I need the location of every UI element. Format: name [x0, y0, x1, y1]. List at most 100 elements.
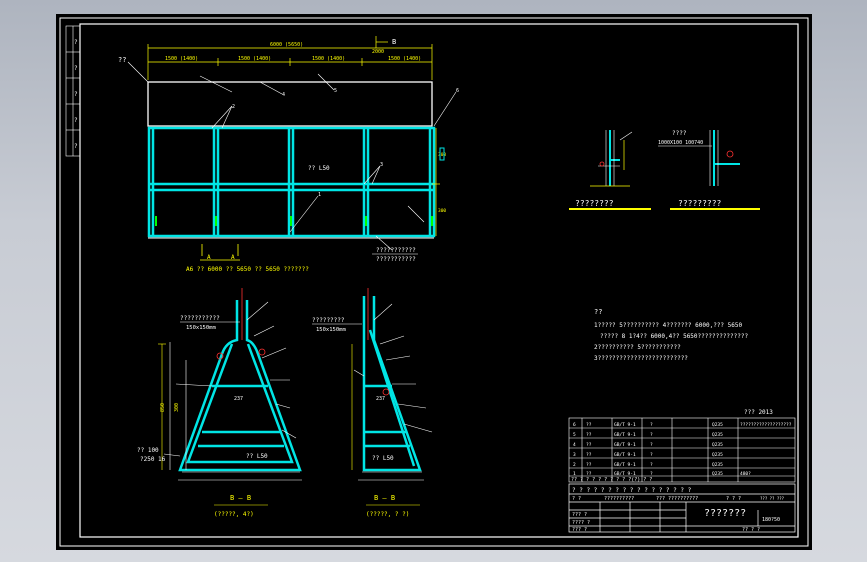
svg-text:??: ?? [586, 462, 592, 468]
svg-text:Q235: Q235 [712, 432, 723, 438]
dim-seg2: 1500 (1400) [238, 56, 271, 62]
sec1-top-sub: 150x150mm [186, 325, 216, 331]
drawing-sheet: ? ? ? ? ? 6000 (5650) 1500 (1400) 1500 (… [56, 14, 812, 550]
svg-text:6: 6 [573, 422, 576, 428]
table-title: ??? 2013 [744, 409, 773, 416]
tb-r4a: ???? ? [572, 520, 590, 526]
cad-viewport-background: ? ? ? ? ? 6000 (5650) 1500 (1400) 1500 (… [0, 0, 867, 562]
strip-text-2: ? [74, 65, 78, 72]
sec1-h-total: 850 [160, 403, 166, 412]
elev-label-tl: ?? [118, 56, 126, 64]
title-block[interactable]: ? ? ? ? ? ? ? ? ? ? ? ? ? ? ? ? ? ? ? ??… [568, 483, 796, 533]
table-rows: 6 ?? GB/T 9-1 ? Q235 ???????????????????… [573, 422, 792, 477]
strip-text-1: ? [74, 39, 78, 46]
svg-text:???????????????????: ??????????????????? [740, 422, 792, 428]
tb-row1: ? ? ? ? ? ? ? ? ? ? ? ? ? ? ? ? ? [572, 487, 692, 494]
parts-table[interactable]: ??? 2013 6 ?? GB/T 9-1 ? Q235 ??????????… [568, 409, 796, 483]
detail-1[interactable]: ???????? [569, 130, 651, 210]
svg-text:Q235: Q235 [712, 422, 723, 428]
section-bb-right[interactable]: ????????? 150x150mm 237 ?? L50 B — B (??… [312, 288, 433, 518]
elev-label-mid: ?? L50 [308, 165, 330, 172]
sec2-inner2: ?? L50 [372, 455, 394, 462]
left-title-strip [65, 25, 81, 157]
tb-big-title: ??????? [704, 508, 746, 519]
elev-label-br2: ??????????? [376, 256, 416, 263]
sec2-top-sub: 150x150mm [316, 327, 346, 333]
callout-4: 4 [282, 92, 285, 98]
section-bb-left[interactable]: ??????????? 150x150mm ?? 100 ?250 16 237… [137, 288, 302, 518]
elev-label-br1: ??????????? [376, 247, 416, 254]
svg-text:GB/T 9-1: GB/T 9-1 [614, 442, 636, 448]
svg-text:GB/T 9-1: GB/T 9-1 [614, 422, 636, 428]
tb-row2b: ?????????? [604, 496, 634, 502]
sec1-subcaption: (?????, 4?) [214, 511, 254, 518]
callout-6: 6 [456, 88, 459, 94]
sec1-left-label2: ?250 16 [140, 456, 166, 463]
a-mark-right: A [231, 254, 235, 261]
dim-seg3: 1500 (1400) [312, 56, 345, 62]
table-header: ?? ? ? ? ? ? ? ? ? ?(?) ? ? [571, 477, 652, 483]
tb-sheet: ?? ? ? [742, 527, 760, 533]
notes-line3: 2?????????? 5??????????? [594, 344, 681, 351]
tb-r5a: ??? ? [572, 527, 587, 533]
detail-2[interactable]: ???? 1000X100 100740 ????????? [658, 130, 760, 210]
svg-text:GB/T 9-1: GB/T 9-1 [614, 452, 636, 458]
svg-text:??: ?? [586, 452, 592, 458]
dim-seg1: 1500 (1400) [165, 56, 198, 62]
tb-row2a: ? ? [572, 496, 581, 502]
svg-text:Q235: Q235 [712, 462, 723, 468]
sec2-inner1: 237 [376, 396, 385, 402]
notes-line4: 3????????????????????????? [594, 355, 688, 362]
dim-overall: 6000 (5650) [270, 42, 303, 48]
tb-scale: 180?50 [762, 517, 780, 523]
sec1-inner2: ?? L50 [246, 453, 268, 460]
sec1-caption: B — B [230, 494, 251, 502]
dim-small: 2000 [372, 49, 384, 55]
sec1-left-label1: ?? 100 [137, 447, 159, 454]
svg-text:Q235: Q235 [712, 452, 723, 458]
tb-row2c: ??? ?????????? [656, 496, 698, 502]
side-dim-h2: 300 [438, 208, 446, 214]
strip-text-5: ? [74, 143, 78, 150]
svg-text:?: ? [650, 442, 653, 448]
callout-5: 5 [334, 88, 337, 94]
elev-caption: A6 ?? 6000 ?? 5650 ?? 5650 ??????? [186, 266, 309, 273]
detail2-label2: 1000X100 100740 [658, 140, 703, 146]
svg-text:?: ? [650, 462, 653, 468]
svg-text:?: ? [650, 452, 653, 458]
svg-text:??: ?? [586, 442, 592, 448]
strip-text-4: ? [74, 117, 78, 124]
a-mark-left: A [207, 254, 211, 261]
callout-2: 2 [232, 104, 235, 110]
strip-text-3: ? [74, 91, 78, 98]
tb-r3a: ??? ? [572, 512, 587, 518]
notes-line1: 1????? 5?????????? 4??????? 6000,??? 565… [594, 322, 742, 329]
detail2-caption: ????????? [678, 199, 722, 208]
svg-text:??: ?? [586, 432, 592, 438]
detail1-caption: ???????? [575, 199, 614, 208]
callout-3: 3 [380, 162, 383, 168]
notes-block: ?? 1????? 5?????????? 4??????? 6000,??? … [594, 308, 748, 362]
svg-text:480?: 480? [740, 471, 751, 477]
detail2-label1: ???? [672, 130, 687, 137]
elevation-view[interactable]: 6000 (5650) 1500 (1400) 1500 (1400) 1500… [118, 36, 459, 273]
svg-text:3: 3 [573, 452, 576, 458]
svg-text:?: ? [650, 432, 653, 438]
cad-drawing[interactable]: ? ? ? ? ? 6000 (5650) 1500 (1400) 1500 (… [56, 14, 812, 550]
sec2-caption: B — B [374, 494, 395, 502]
svg-text:2: 2 [573, 462, 576, 468]
dim-seg4: 1500 (1400) [388, 56, 421, 62]
svg-text:4: 4 [573, 442, 576, 448]
tb-row2d: ? ? ? [726, 496, 741, 502]
notes-line2: ????? 8 1?4?? 6000,4?? 5650?????????????… [600, 333, 748, 340]
sec1-inner1: 237 [234, 396, 243, 402]
tb-code: ??? ?? ??? [760, 496, 785, 501]
sec1-h-part: 300 [174, 403, 180, 412]
svg-text:??: ?? [586, 422, 592, 428]
section-mark-b: B [392, 38, 396, 46]
side-dim-h1: 300 [438, 152, 446, 158]
notes-title: ?? [594, 308, 602, 316]
svg-text:?: ? [650, 422, 653, 428]
svg-text:Q235: Q235 [712, 442, 723, 448]
svg-text:Q235: Q235 [712, 471, 723, 477]
